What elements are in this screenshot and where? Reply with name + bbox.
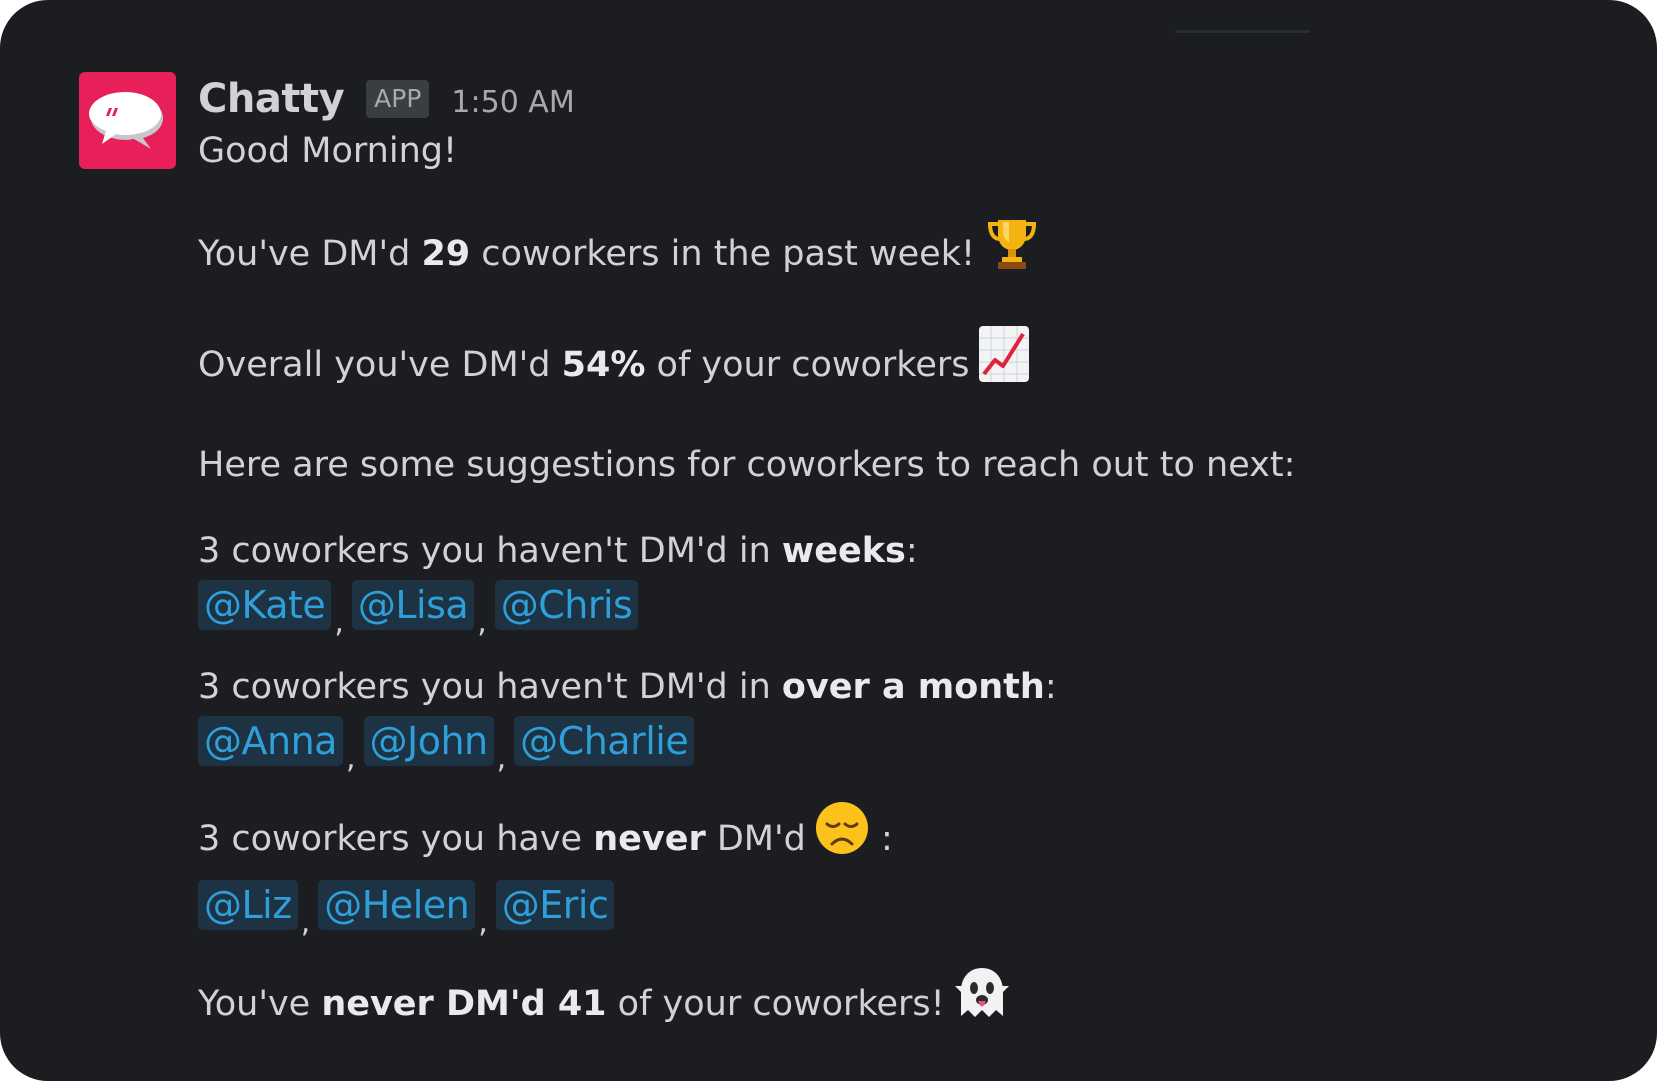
mention-separator: , <box>300 905 311 940</box>
never-heading-prefix: 3 coworkers you have <box>198 819 594 859</box>
mention-anna[interactable]: @Anna <box>198 716 343 766</box>
weeks-group-heading: 3 coworkers you haven't DM'd in weeks: <box>198 528 1578 574</box>
mention-liz[interactable]: @Liz <box>198 880 298 930</box>
week-line-suffix: coworkers in the past week! <box>470 234 976 274</box>
week-count-line: You've DM'd 29 coworkers in the past wee… <box>198 220 1578 290</box>
mention-lisa[interactable]: @Lisa <box>351 580 475 630</box>
month-mentions: @Anna, @John, @Charlie <box>198 716 1578 774</box>
message-body: Chatty APP 1:50 AM Good Morning! You've … <box>198 66 1578 1040</box>
weeks-mentions: @Kate, @Lisa, @Chris <box>198 580 1578 638</box>
never-dm-count-value: 41 <box>557 984 607 1024</box>
mention-separator: , <box>334 605 344 640</box>
never-heading-suffix: DM'd <box>705 819 806 859</box>
overall-line-prefix: Overall you've DM'd <box>198 345 562 385</box>
mention-separator: , <box>496 741 507 776</box>
mention-eric[interactable]: @Eric <box>495 880 615 930</box>
greeting-text: Good Morning! <box>198 131 458 171</box>
never-heading-colon: : <box>869 819 893 859</box>
chart-increasing-icon <box>977 324 1031 396</box>
final-line-bold-never: never DM'd <box>321 984 546 1024</box>
suggestions-intro: Here are some suggestions for coworkers … <box>198 445 1296 485</box>
chatty-app-avatar[interactable] <box>79 72 176 169</box>
month-heading-bold: over a month <box>781 667 1045 707</box>
week-count-value: 29 <box>421 234 471 274</box>
message-window: Chatty APP 1:50 AM Good Morning! You've … <box>0 0 1657 1081</box>
mention-john[interactable]: @John <box>363 716 494 766</box>
sender-name[interactable]: Chatty <box>198 76 345 122</box>
mention-separator: , <box>477 605 487 640</box>
never-total-line: You've never DM'd 41 of your coworkers! <box>198 968 1578 1040</box>
week-line-prefix: You've DM'd <box>198 234 422 274</box>
message-timestamp[interactable]: 1:50 AM <box>451 85 574 120</box>
weeks-heading-suffix: : <box>905 531 918 571</box>
overall-percent-line: Overall you've DM'd 54% of your coworker… <box>198 326 1578 402</box>
final-line-space <box>546 984 558 1024</box>
never-group-heading: 3 coworkers you have never DM'd : <box>198 802 1578 874</box>
scroll-indicator <box>1175 30 1310 33</box>
never-mentions: @Liz, @Helen, @Eric <box>198 880 1578 938</box>
month-heading-suffix: : <box>1044 667 1057 707</box>
never-heading-bold: never <box>593 819 706 859</box>
mention-separator: , <box>478 905 488 940</box>
speech-bubble-icon <box>89 92 163 149</box>
app-badge: APP <box>366 80 430 118</box>
trophy-emoji-icon <box>983 214 1041 284</box>
disappointed-face-icon <box>814 800 870 868</box>
weeks-heading-prefix: 3 coworkers you haven't DM'd in <box>198 531 782 571</box>
overall-percent-value: 54% <box>561 345 646 385</box>
month-group-heading: 3 coworkers you haven't DM'd in over a m… <box>198 664 1578 710</box>
month-heading-prefix: 3 coworkers you haven't DM'd in <box>198 667 782 707</box>
mention-chris[interactable]: @Chris <box>494 580 639 630</box>
final-line-suffix: of your coworkers! <box>606 984 945 1024</box>
mention-kate[interactable]: @Kate <box>198 580 332 630</box>
final-line-prefix: You've <box>198 984 322 1024</box>
ghost-icon <box>953 964 1011 1034</box>
mention-charlie[interactable]: @Charlie <box>514 716 695 766</box>
overall-line-suffix: of your coworkers <box>645 345 970 385</box>
message-header: Chatty APP 1:50 AM <box>198 66 1578 132</box>
mention-helen[interactable]: @Helen <box>318 880 476 930</box>
weeks-heading-bold: weeks <box>781 531 906 571</box>
mention-separator: , <box>345 741 356 776</box>
